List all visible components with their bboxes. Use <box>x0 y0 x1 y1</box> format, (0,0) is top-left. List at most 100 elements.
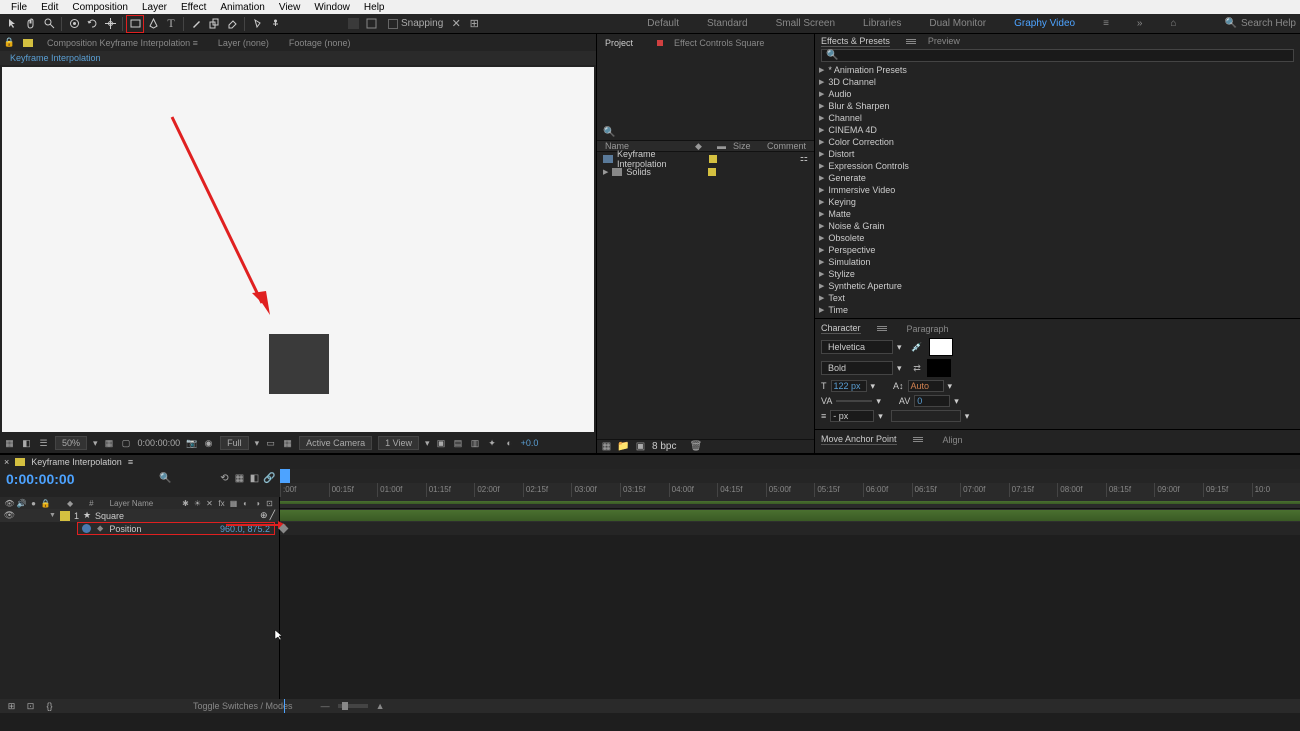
toggle-switches-modes[interactable]: Toggle Switches / Modes <box>193 701 293 711</box>
disclosure-icon[interactable]: ▶ <box>819 90 824 98</box>
menu-animation[interactable]: Animation <box>213 2 271 13</box>
camera-dropdown[interactable]: Active Camera <box>299 436 372 450</box>
effect-controls-tab[interactable]: Effect Controls Square <box>666 38 772 48</box>
flowchart-icon[interactable]: ⚏ <box>800 153 808 164</box>
lock-icon[interactable]: 🔒 <box>4 37 15 48</box>
time-ruler[interactable]: :00f00:15f01:00f01:15f02:00f02:15f03:00f… <box>280 483 1300 497</box>
disclosure-icon[interactable]: ▶ <box>819 210 824 218</box>
font-family-dropdown[interactable]: Helvetica <box>821 340 893 354</box>
disclosure-icon[interactable]: ▶ <box>819 270 824 278</box>
puppet-tool-icon[interactable] <box>266 15 284 33</box>
menu-composition[interactable]: Composition <box>65 2 135 13</box>
disclosure-icon[interactable]: ▶ <box>819 186 824 194</box>
disclosure-icon[interactable]: ▶ <box>819 234 824 242</box>
sw8-icon[interactable]: ⊡ <box>264 498 275 509</box>
trash-icon[interactable]: 🗑 <box>690 441 701 452</box>
effect-category[interactable]: ▶Matte <box>815 208 1300 220</box>
tl-tool1-icon[interactable]: ⟲ <box>219 473 230 484</box>
disclosure-icon[interactable]: ▶ <box>819 258 824 266</box>
resolution-dropdown[interactable]: Full <box>220 436 249 450</box>
keyframe-marker[interactable] <box>279 524 289 534</box>
project-tab[interactable]: Project <box>597 38 641 48</box>
sw1-icon[interactable]: ✱ <box>180 498 191 509</box>
disclosure-icon[interactable]: ▶ <box>819 294 824 302</box>
snapping-toggle[interactable]: Snapping <box>388 18 443 29</box>
menu-effect[interactable]: Effect <box>174 2 213 13</box>
effect-category[interactable]: ▶Perspective <box>815 244 1300 256</box>
views-dropdown[interactable]: 1 View <box>378 436 419 450</box>
disclosure-icon[interactable]: ▶ <box>819 162 824 170</box>
transparency-icon[interactable]: ▦ <box>282 438 293 449</box>
stroke-width-input[interactable]: - px <box>830 410 874 422</box>
effects-presets-tab[interactable]: Effects & Presets <box>821 36 890 47</box>
menu-view[interactable]: View <box>272 2 308 13</box>
breadcrumb[interactable]: Keyframe Interpolation <box>0 51 596 64</box>
fill-icon[interactable] <box>344 15 362 33</box>
tl-footer3-icon[interactable]: {} <box>44 701 55 712</box>
pen-tool-icon[interactable] <box>144 15 162 33</box>
text-tool-icon[interactable]: T <box>162 15 180 33</box>
rectangle-tool-icon[interactable] <box>126 15 144 33</box>
audio-col-icon[interactable]: 🔊 <box>16 498 27 509</box>
channel-icon[interactable]: ◉ <box>203 438 214 449</box>
composition-tab[interactable]: Composition Keyframe Interpolation ≡ <box>41 38 204 48</box>
rotate-tool-icon[interactable] <box>83 15 101 33</box>
workspace-dual-monitor[interactable]: Dual Monitor <box>929 18 986 29</box>
footage-tab[interactable]: Footage (none) <box>283 38 357 48</box>
disclosure-icon[interactable]: ▶ <box>819 126 824 134</box>
new-comp-icon[interactable]: ▣ <box>635 441 646 452</box>
composition-canvas[interactable] <box>2 67 594 432</box>
timeline-comp-tab[interactable]: Keyframe Interpolation <box>31 457 122 467</box>
video-col-icon[interactable]: 👁 <box>4 498 15 509</box>
effect-category[interactable]: ▶3D Channel <box>815 76 1300 88</box>
effect-category[interactable]: ▶Obsolete <box>815 232 1300 244</box>
visibility-toggle[interactable]: 👁 <box>4 510 15 521</box>
disclosure-icon[interactable]: ▶ <box>819 138 824 146</box>
label-chip[interactable] <box>709 155 717 163</box>
guides-icon[interactable]: ☰ <box>38 438 49 449</box>
solo-col-icon[interactable]: ● <box>28 498 39 509</box>
panel-menu-icon[interactable] <box>913 437 923 442</box>
kerning-input[interactable] <box>836 400 872 402</box>
effect-category[interactable]: ▶Audio <box>815 88 1300 100</box>
disclosure-icon[interactable]: ▶ <box>819 150 824 158</box>
view-opt2-icon[interactable]: ▤ <box>453 438 464 449</box>
stroke-color-swatch[interactable] <box>927 359 951 377</box>
snap-opt2-icon[interactable]: ⊞ <box>465 15 483 33</box>
property-track[interactable] <box>280 522 1300 535</box>
menu-file[interactable]: File <box>4 2 34 13</box>
bpc-toggle[interactable]: 8 bpc <box>652 441 676 452</box>
col-label[interactable]: ▬ <box>709 141 725 151</box>
move-anchor-tab[interactable]: Move Anchor Point <box>821 434 897 445</box>
eraser-tool-icon[interactable] <box>223 15 241 33</box>
menu-help[interactable]: Help <box>357 2 392 13</box>
character-tab[interactable]: Character <box>821 323 861 334</box>
tl-footer2-icon[interactable]: ⊡ <box>25 701 36 712</box>
interpret-icon[interactable]: ▦ <box>601 441 612 452</box>
snap-opt1-icon[interactable]: ✕ <box>447 15 465 33</box>
disclosure-icon[interactable]: ▶ <box>819 198 824 206</box>
project-search[interactable]: 🔍 <box>597 124 814 140</box>
align-tab[interactable]: Align <box>943 435 963 445</box>
effect-category[interactable]: ▶Blur & Sharpen <box>815 100 1300 112</box>
menu-layer[interactable]: Layer <box>135 2 174 13</box>
menu-window[interactable]: Window <box>307 2 357 13</box>
alpha-icon[interactable]: ▦ <box>4 438 15 449</box>
playhead[interactable] <box>280 469 290 483</box>
effect-category[interactable]: ▶Distort <box>815 148 1300 160</box>
effect-category[interactable]: ▶Noise & Grain <box>815 220 1300 232</box>
col-comment[interactable]: Comment <box>759 141 814 151</box>
workspace-menu-icon[interactable]: ≡ <box>1103 18 1109 29</box>
grid-icon[interactable]: ▦ <box>104 438 115 449</box>
view-opt1-icon[interactable]: ▣ <box>436 438 447 449</box>
tl-footer1-icon[interactable]: ⊞ <box>6 701 17 712</box>
stopwatch-icon[interactable] <box>82 524 91 533</box>
sw4-icon[interactable]: fx <box>216 498 227 509</box>
layer-bar[interactable] <box>280 509 1300 522</box>
zoom-tool-icon[interactable] <box>40 15 58 33</box>
new-folder-icon[interactable]: 📁 <box>618 441 629 452</box>
workspace-graphy-video[interactable]: Graphy Video <box>1014 18 1075 29</box>
fill-color-swatch[interactable] <box>929 338 953 356</box>
panel-menu-icon[interactable] <box>877 326 887 331</box>
safe-icon[interactable]: ▢ <box>121 438 132 449</box>
